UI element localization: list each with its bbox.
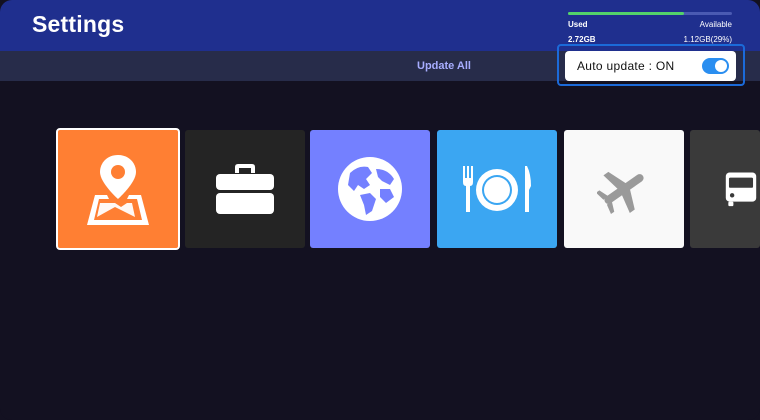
- airplane-icon: [597, 171, 644, 214]
- app-tile-business[interactable]: [185, 130, 305, 248]
- briefcase-icon: [216, 164, 274, 214]
- bus-icon: [725, 172, 757, 207]
- tv-settings-screen: Settings Used Available 2.72GB 1.12GB(29…: [0, 0, 760, 420]
- map-pin-icon: [87, 155, 149, 225]
- app-tile-bus[interactable]: [690, 130, 760, 248]
- app-tiles-row: [0, 0, 760, 420]
- app-tile-maps[interactable]: [56, 128, 180, 250]
- app-tile-globe[interactable]: [310, 130, 430, 248]
- globe-icon: [338, 157, 402, 221]
- app-tile-flight[interactable]: [564, 130, 684, 248]
- app-tile-food[interactable]: [437, 130, 557, 248]
- fork-plate-knife-icon: [463, 166, 531, 212]
